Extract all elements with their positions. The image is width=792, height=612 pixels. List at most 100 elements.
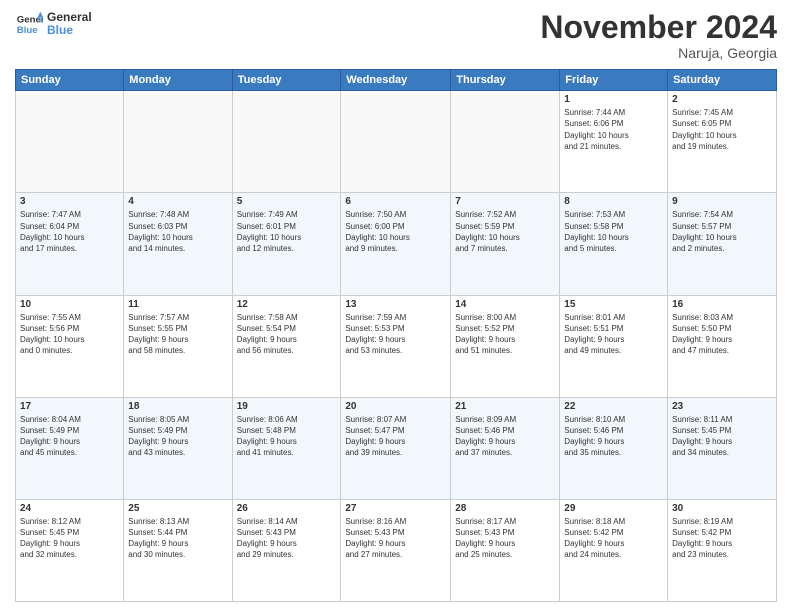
calendar-cell: 22 Sunrise: 8:10 AM Sunset: 5:46 PM Dayli… (560, 397, 668, 499)
logo: General Blue General Blue (15, 10, 92, 38)
day-info: Sunrise: 7:54 AM Sunset: 5:57 PM Dayligh… (672, 209, 772, 254)
day-info: Sunrise: 7:58 AM Sunset: 5:54 PM Dayligh… (237, 312, 337, 357)
day-number: 4 (128, 196, 227, 207)
calendar-cell: 2Sunrise: 7:45 AM Sunset: 6:05 PM Daylig… (668, 91, 777, 193)
logo-icon: General Blue (15, 10, 43, 38)
calendar-cell: 30Sunrise: 8:19 AM Sunset: 5:42 PM Dayli… (668, 499, 777, 601)
day-number: 2 (672, 94, 772, 105)
logo-blue: Blue (47, 24, 92, 37)
calendar-cell: 25 Sunrise: 8:13 AM Sunset: 5:44 PM Dayli… (124, 499, 232, 601)
day-number: 6 (345, 196, 446, 207)
calendar-cell: 18Sunrise: 8:05 AM Sunset: 5:49 PM Dayli… (124, 397, 232, 499)
day-info: Sunrise: 8:09 AM Sunset: 5:46 PM Dayligh… (455, 414, 555, 459)
calendar-cell: 20Sunrise: 8:07 AM Sunset: 5:47 PM Dayli… (341, 397, 451, 499)
header: General Blue General Blue November 2024 … (15, 10, 777, 61)
day-info: Sunrise: 7:53 AM Sunset: 5:58 PM Dayligh… (564, 209, 663, 254)
calendar-cell: 27Sunrise: 8:16 AM Sunset: 5:43 PM Dayli… (341, 499, 451, 601)
day-number: 28 (455, 503, 555, 514)
col-tuesday: Tuesday (232, 70, 341, 91)
calendar-cell: 12 Sunrise: 7:58 AM Sunset: 5:54 PM Dayli… (232, 295, 341, 397)
day-info: Sunrise: 7:44 AM Sunset: 6:06 PM Dayligh… (564, 107, 663, 152)
day-number: 21 (455, 401, 555, 412)
calendar-cell: 17 Sunrise: 8:04 AM Sunset: 5:49 PM Dayli… (16, 397, 124, 499)
calendar-cell: 8 Sunrise: 7:53 AM Sunset: 5:58 PM Daylig… (560, 193, 668, 295)
table-row: 10 Sunrise: 7:55 AM Sunset: 5:56 PM Dayli… (16, 295, 777, 397)
day-number: 11 (128, 299, 227, 310)
calendar-cell (16, 91, 124, 193)
location: Naruja, Georgia (540, 45, 777, 61)
col-friday: Friday (560, 70, 668, 91)
day-number: 1 (564, 94, 663, 105)
col-thursday: Thursday (451, 70, 560, 91)
day-number: 12 (237, 299, 337, 310)
day-info: Sunrise: 7:52 AM Sunset: 5:59 PM Dayligh… (455, 209, 555, 254)
calendar-cell (124, 91, 232, 193)
table-row: 1 Sunrise: 7:44 AM Sunset: 6:06 PM Daylig… (16, 91, 777, 193)
title-block: November 2024 Naruja, Georgia (540, 10, 777, 61)
calendar-cell: 4 Sunrise: 7:48 AM Sunset: 6:03 PM Daylig… (124, 193, 232, 295)
day-number: 14 (455, 299, 555, 310)
day-number: 10 (20, 299, 119, 310)
col-sunday: Sunday (16, 70, 124, 91)
calendar-cell: 16 Sunrise: 8:03 AM Sunset: 5:50 PM Dayli… (668, 295, 777, 397)
col-saturday: Saturday (668, 70, 777, 91)
calendar-cell (451, 91, 560, 193)
month-title: November 2024 (540, 10, 777, 45)
calendar-cell: 3 Sunrise: 7:47 AM Sunset: 6:04 PM Daylig… (16, 193, 124, 295)
day-number: 9 (672, 196, 772, 207)
day-info: Sunrise: 8:10 AM Sunset: 5:46 PM Dayligh… (564, 414, 663, 459)
calendar-cell: 26Sunrise: 8:14 AM Sunset: 5:43 PM Dayli… (232, 499, 341, 601)
calendar-cell: 14 Sunrise: 8:00 AM Sunset: 5:52 PM Dayli… (451, 295, 560, 397)
day-number: 20 (345, 401, 446, 412)
day-info: Sunrise: 7:49 AM Sunset: 6:01 PM Dayligh… (237, 209, 337, 254)
calendar-cell: 9 Sunrise: 7:54 AM Sunset: 5:57 PM Daylig… (668, 193, 777, 295)
day-info: Sunrise: 8:11 AM Sunset: 5:45 PM Dayligh… (672, 414, 772, 459)
svg-text:Blue: Blue (17, 25, 38, 36)
day-info: Sunrise: 8:12 AM Sunset: 5:45 PM Dayligh… (20, 516, 119, 561)
day-number: 23 (672, 401, 772, 412)
calendar-cell (232, 91, 341, 193)
calendar-cell: 13Sunrise: 7:59 AM Sunset: 5:53 PM Dayli… (341, 295, 451, 397)
day-number: 5 (237, 196, 337, 207)
day-info: Sunrise: 8:13 AM Sunset: 5:44 PM Dayligh… (128, 516, 227, 561)
day-number: 16 (672, 299, 772, 310)
day-info: Sunrise: 8:16 AM Sunset: 5:43 PM Dayligh… (345, 516, 446, 561)
table-row: 24 Sunrise: 8:12 AM Sunset: 5:45 PM Dayli… (16, 499, 777, 601)
day-number: 17 (20, 401, 119, 412)
day-info: Sunrise: 8:00 AM Sunset: 5:52 PM Dayligh… (455, 312, 555, 357)
day-info: Sunrise: 7:59 AM Sunset: 5:53 PM Dayligh… (345, 312, 446, 357)
day-number: 19 (237, 401, 337, 412)
day-number: 7 (455, 196, 555, 207)
col-monday: Monday (124, 70, 232, 91)
day-info: Sunrise: 7:55 AM Sunset: 5:56 PM Dayligh… (20, 312, 119, 357)
day-number: 25 (128, 503, 227, 514)
calendar-cell: 7 Sunrise: 7:52 AM Sunset: 5:59 PM Daylig… (451, 193, 560, 295)
day-info: Sunrise: 7:47 AM Sunset: 6:04 PM Dayligh… (20, 209, 119, 254)
day-info: Sunrise: 8:17 AM Sunset: 5:43 PM Dayligh… (455, 516, 555, 561)
day-number: 8 (564, 196, 663, 207)
calendar-cell (341, 91, 451, 193)
day-info: Sunrise: 8:05 AM Sunset: 5:49 PM Dayligh… (128, 414, 227, 459)
day-number: 26 (237, 503, 337, 514)
calendar-cell: 10 Sunrise: 7:55 AM Sunset: 5:56 PM Dayli… (16, 295, 124, 397)
col-wednesday: Wednesday (341, 70, 451, 91)
day-number: 3 (20, 196, 119, 207)
day-info: Sunrise: 8:06 AM Sunset: 5:48 PM Dayligh… (237, 414, 337, 459)
day-info: Sunrise: 8:01 AM Sunset: 5:51 PM Dayligh… (564, 312, 663, 357)
day-info: Sunrise: 7:57 AM Sunset: 5:55 PM Dayligh… (128, 312, 227, 357)
day-info: Sunrise: 8:03 AM Sunset: 5:50 PM Dayligh… (672, 312, 772, 357)
calendar-cell: 5 Sunrise: 7:49 AM Sunset: 6:01 PM Daylig… (232, 193, 341, 295)
day-info: Sunrise: 8:19 AM Sunset: 5:42 PM Dayligh… (672, 516, 772, 561)
day-number: 24 (20, 503, 119, 514)
day-info: Sunrise: 8:18 AM Sunset: 5:42 PM Dayligh… (564, 516, 663, 561)
calendar-cell: 28 Sunrise: 8:17 AM Sunset: 5:43 PM Dayli… (451, 499, 560, 601)
day-info: Sunrise: 8:04 AM Sunset: 5:49 PM Dayligh… (20, 414, 119, 459)
calendar-cell: 15 Sunrise: 8:01 AM Sunset: 5:51 PM Dayli… (560, 295, 668, 397)
calendar-cell: 29 Sunrise: 8:18 AM Sunset: 5:42 PM Dayli… (560, 499, 668, 601)
day-number: 22 (564, 401, 663, 412)
calendar-cell: 21 Sunrise: 8:09 AM Sunset: 5:46 PM Dayli… (451, 397, 560, 499)
day-number: 29 (564, 503, 663, 514)
day-number: 15 (564, 299, 663, 310)
day-info: Sunrise: 7:48 AM Sunset: 6:03 PM Dayligh… (128, 209, 227, 254)
calendar-cell: 1 Sunrise: 7:44 AM Sunset: 6:06 PM Daylig… (560, 91, 668, 193)
